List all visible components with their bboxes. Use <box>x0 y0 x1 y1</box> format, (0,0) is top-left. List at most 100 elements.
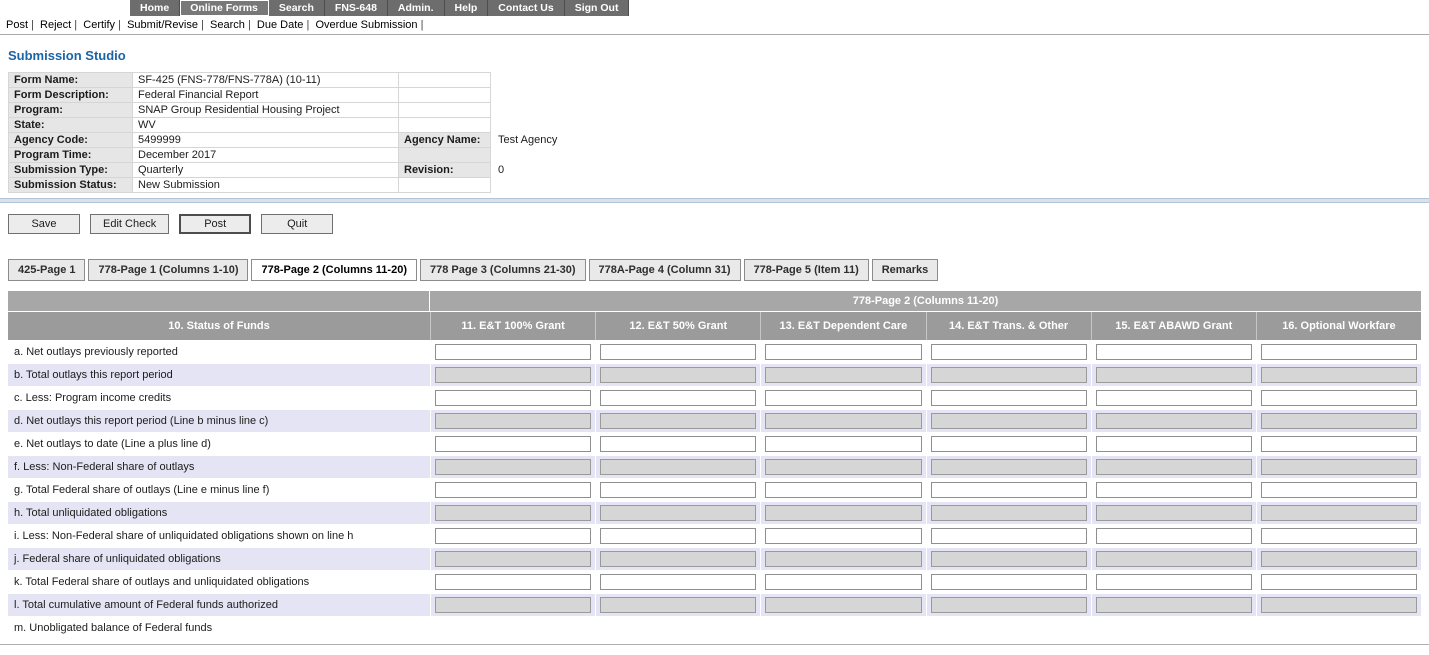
nav-item-sign-out[interactable]: Sign Out <box>565 0 630 16</box>
grid-input-f-col13 <box>765 459 921 475</box>
grid-input-d-col14 <box>931 413 1087 429</box>
menu-separator: | <box>28 19 40 31</box>
grid-input-k-col13[interactable] <box>765 574 921 590</box>
grid-cell-e-col12 <box>595 433 760 455</box>
grid-input-g-col15[interactable] <box>1096 482 1252 498</box>
grid-input-j-col14 <box>931 551 1087 567</box>
grid-cell-a-col15 <box>1091 341 1256 363</box>
nav-item-help[interactable]: Help <box>445 0 489 16</box>
grid-input-l-col12 <box>600 597 756 613</box>
grid-cell-k-col12 <box>595 571 760 593</box>
grid-input-a-col12[interactable] <box>600 344 756 360</box>
grid-input-c-col15[interactable] <box>1096 390 1252 406</box>
post-button[interactable]: Post <box>179 214 251 234</box>
tab-778-page-2-columns-11-20[interactable]: 778-Page 2 (Columns 11-20) <box>251 259 417 281</box>
grid-input-a-col11[interactable] <box>435 344 591 360</box>
form-field-value-form-name: SF-425 (FNS-778/FNS-778A) (10-11) <box>133 73 399 88</box>
form-info-row: State:WV <box>9 118 1421 133</box>
grid-body: a. Net outlays previously reportedb. Tot… <box>8 341 1421 640</box>
grid-input-a-col16[interactable] <box>1261 344 1417 360</box>
grid-cell-c-col14 <box>926 387 1091 409</box>
grid-input-g-col13[interactable] <box>765 482 921 498</box>
grid-cell-g-col12 <box>595 479 760 501</box>
grid-input-k-col15[interactable] <box>1096 574 1252 590</box>
form-field-label-form-description: Form Description: <box>9 88 133 103</box>
grid-row-k: k. Total Federal share of outlays and un… <box>8 571 1421 594</box>
nav-item-search[interactable]: Search <box>269 0 325 16</box>
grid-cell-m-col11 <box>430 617 595 639</box>
grid-cell-d-col12 <box>595 410 760 432</box>
grid-input-c-col13[interactable] <box>765 390 921 406</box>
nav-item-home[interactable]: Home <box>130 0 180 16</box>
grid-input-g-col12[interactable] <box>600 482 756 498</box>
form-field-label-spacer <box>399 73 491 88</box>
menu-link-post[interactable]: Post <box>6 19 28 31</box>
grid-input-c-col11[interactable] <box>435 390 591 406</box>
quit-button[interactable]: Quit <box>261 214 333 234</box>
grid-input-b-col14 <box>931 367 1087 383</box>
grid-input-k-col11[interactable] <box>435 574 591 590</box>
tab-778-page-3-columns-21-30[interactable]: 778 Page 3 (Columns 21-30) <box>420 259 586 281</box>
menu-link-search[interactable]: Search <box>210 19 245 31</box>
grid-input-i-col16[interactable] <box>1261 528 1417 544</box>
grid-cell-a-col11 <box>430 341 595 363</box>
grid-input-e-col12[interactable] <box>600 436 756 452</box>
grid-cell-g-col11 <box>430 479 595 501</box>
grid-cell-j-col13 <box>760 548 925 570</box>
grid-input-d-col11 <box>435 413 591 429</box>
grid-input-i-col12[interactable] <box>600 528 756 544</box>
grid-input-k-col12[interactable] <box>600 574 756 590</box>
tab-425-page-1[interactable]: 425-Page 1 <box>8 259 85 281</box>
column-header-10-status-of-funds: 10. Status of Funds <box>8 312 430 340</box>
tab-778-page-1-columns-1-10[interactable]: 778-Page 1 (Columns 1-10) <box>88 259 248 281</box>
nav-item-fns-648[interactable]: FNS-648 <box>325 0 388 16</box>
tab-remarks[interactable]: Remarks <box>872 259 938 281</box>
edit-check-button[interactable]: Edit Check <box>90 214 169 234</box>
tab-778-page-5-item-11[interactable]: 778-Page 5 (Item 11) <box>744 259 869 281</box>
grid-input-e-col13[interactable] <box>765 436 921 452</box>
grid-cell-j-col12 <box>595 548 760 570</box>
grid-input-i-col11[interactable] <box>435 528 591 544</box>
menu-link-due-date[interactable]: Due Date <box>257 19 303 31</box>
grid-input-e-col11[interactable] <box>435 436 591 452</box>
grid-input-l-col15 <box>1096 597 1252 613</box>
grid-input-k-col14[interactable] <box>931 574 1087 590</box>
menu-link-submit-revise[interactable]: Submit/Revise <box>127 19 198 31</box>
grid-input-c-col16[interactable] <box>1261 390 1417 406</box>
grid-input-j-col13 <box>765 551 921 567</box>
grid-input-g-col16[interactable] <box>1261 482 1417 498</box>
grid-input-c-col14[interactable] <box>931 390 1087 406</box>
grid-input-a-col14[interactable] <box>931 344 1087 360</box>
grid-input-a-col15[interactable] <box>1096 344 1252 360</box>
grid-input-j-col16 <box>1261 551 1417 567</box>
grid-input-h-col15 <box>1096 505 1252 521</box>
tab-bar: 425-Page 1778-Page 1 (Columns 1-10)778-P… <box>8 259 1429 281</box>
grid-input-i-col13[interactable] <box>765 528 921 544</box>
nav-item-online-forms[interactable]: Online Forms <box>180 0 269 16</box>
menu-link-certify[interactable]: Certify <box>83 19 115 31</box>
grid-input-e-col15[interactable] <box>1096 436 1252 452</box>
grid-input-c-col12[interactable] <box>600 390 756 406</box>
grid-input-k-col16[interactable] <box>1261 574 1417 590</box>
grid-input-i-col15[interactable] <box>1096 528 1252 544</box>
nav-item-admin[interactable]: Admin. <box>388 0 445 16</box>
menu-link-overdue-submission[interactable]: Overdue Submission <box>315 19 417 31</box>
form-field-label-state: State: <box>9 118 133 133</box>
form-field-value-program-time: December 2017 <box>133 148 399 163</box>
nav-item-contact-us[interactable]: Contact Us <box>488 0 564 16</box>
form-info-row: Submission Type:QuarterlyRevision:0 <box>9 163 1421 178</box>
grid-input-i-col14[interactable] <box>931 528 1087 544</box>
form-field-label-agency-name: Agency Name: <box>399 133 491 148</box>
grid-cell-h-col16 <box>1256 502 1421 524</box>
form-field-label-spacer <box>399 118 491 133</box>
form-field-label-agency-code: Agency Code: <box>9 133 133 148</box>
menu-link-reject[interactable]: Reject <box>40 19 71 31</box>
grid-input-e-col14[interactable] <box>931 436 1087 452</box>
tab-778a-page-4-column-31[interactable]: 778A-Page 4 (Column 31) <box>589 259 741 281</box>
grid-input-g-col11[interactable] <box>435 482 591 498</box>
form-info-row: Form Description:Federal Financial Repor… <box>9 88 1421 103</box>
save-button[interactable]: Save <box>8 214 80 234</box>
grid-input-a-col13[interactable] <box>765 344 921 360</box>
grid-input-e-col16[interactable] <box>1261 436 1417 452</box>
grid-input-g-col14[interactable] <box>931 482 1087 498</box>
